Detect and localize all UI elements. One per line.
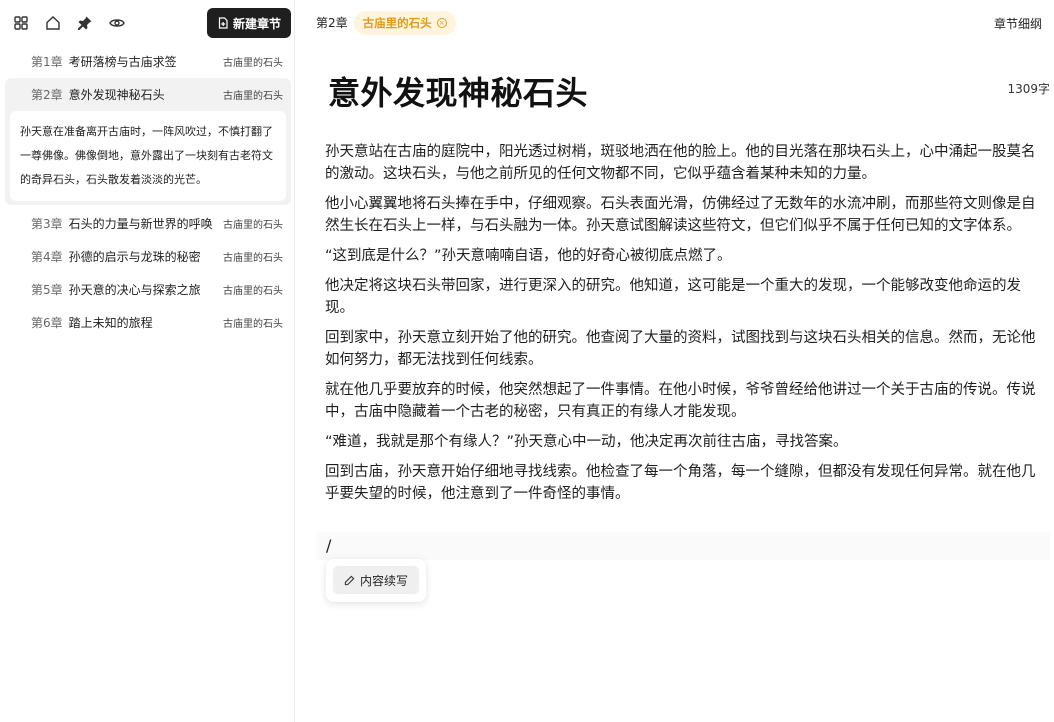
chapter-tag: 古庙里的石头 [223, 286, 283, 297]
chapter-tag: 古庙里的石头 [223, 319, 283, 330]
chapter-title: 石头的力量与新世界的呼唤 [68, 217, 213, 231]
chapter-title: 踏上未知的旅程 [68, 316, 153, 330]
paragraph[interactable]: 他小心翼翼地将石头捧在手中，仔细观察。石头表面光滑，仿佛经过了无数年的水流冲刷，… [325, 193, 1041, 237]
paragraph[interactable]: 他决定将这块石头带回家，进行更深入的研究。他知道，这可能是一个重大的发现，一个能… [325, 275, 1041, 319]
chapter-number: 第2章 [31, 88, 63, 102]
paragraph[interactable]: “难道，我就是那个有缘人？”孙天意心中一动，他决定再次前往古庙，寻找答案。 [325, 431, 1041, 453]
chapter-item-4[interactable]: 第4章 孙德的启示与龙珠的秘密 古庙里的石头 [5, 240, 291, 273]
chapter-tag: 古庙里的石头 [223, 91, 283, 102]
chapter-title: 孙天意的决心与探索之旅 [68, 283, 201, 297]
chapter-item-5[interactable]: 第5章 孙天意的决心与探索之旅 古庙里的石头 [5, 273, 291, 306]
chapter-item-2-active[interactable]: 第2章 意外发现神秘石头 古庙里的石头 孙天意在准备离开古庙时，一阵风吹过，不慎… [5, 78, 291, 205]
chapter-number: 第1章 [31, 55, 63, 69]
paragraph[interactable]: 回到家中，孙天意立刻开始了他的研究。他查阅了大量的资料，试图找到与这块石头相关的… [325, 327, 1041, 371]
new-chapter-label: 新建章节 [232, 16, 281, 31]
chapter-item-3[interactable]: 第3章 石头的力量与新世界的呼唤 古庙里的石头 [5, 207, 291, 240]
continue-writing-button[interactable]: 内容续写 [333, 566, 419, 594]
chapter-list: 第1章 考研落榜与古庙求签 古庙里的石头 第2章 意外发现神秘石头 古庙里的石头… [5, 45, 291, 339]
paragraph[interactable]: 回到古庙，孙天意开始仔细地寻找线索。他检查了每一个角落，每一个缝隙，但都没有发现… [325, 461, 1041, 505]
chapter-number: 第3章 [31, 217, 63, 231]
chapter-number: 第4章 [31, 250, 63, 264]
chapter-number: 第6章 [31, 316, 63, 330]
grid-icon[interactable] [12, 14, 30, 32]
chapter-title: 孙德的启示与龙珠的秘密 [68, 250, 201, 264]
sidebar: 新建章节 第1章 考研落榜与古庙求签 古庙里的石头 第2章 意外发现神秘石头 古… [0, 0, 295, 722]
pencil-icon [344, 575, 355, 585]
pin-icon[interactable] [76, 14, 94, 32]
slash-command-menu: 内容续写 [326, 559, 426, 602]
chapter-tag: 古庙里的石头 [223, 253, 283, 264]
word-count: 1309字 [1007, 82, 1050, 96]
slash-command-line[interactable]: / [316, 532, 1050, 560]
chapter-summary: 孙天意在准备离开古庙时，一阵风吹过，不慎打翻了一尊佛像。佛像倒地，意外露出了一块… [10, 111, 286, 201]
breadcrumb: 第2章 古庙里的石头 × [296, 0, 1054, 45]
editor-main: 第2章 古庙里的石头 × 章节细纲 意外发现神秘石头 1309字 孙天意站在古庙… [296, 0, 1054, 722]
chapter-outline-link[interactable]: 章节细纲 [994, 15, 1042, 32]
chapter-item-2[interactable]: 第2章 意外发现神秘石头 古庙里的石头 [5, 78, 291, 111]
continue-writing-label: 内容续写 [359, 573, 408, 588]
close-icon[interactable]: × [436, 17, 447, 28]
new-file-icon [218, 17, 228, 29]
chapter-title: 意外发现神秘石头 [68, 88, 165, 102]
paragraph[interactable]: 孙天意站在古庙的庭院中，阳光透过树梢，斑驳地洒在他的脸上。他的目光落在那块石头上… [325, 141, 1041, 185]
chapter-tag: 古庙里的石头 [223, 58, 283, 69]
new-chapter-button[interactable]: 新建章节 [207, 8, 291, 38]
chapter-title: 考研落榜与古庙求签 [68, 55, 177, 69]
volume-tag-label: 古庙里的石头 [362, 15, 432, 30]
editor-content[interactable]: 孙天意站在古庙的庭院中，阳光透过树梢，斑驳地洒在他的脸上。他的目光落在那块石头上… [325, 141, 1041, 513]
chapter-tag: 古庙里的石头 [223, 220, 283, 231]
volume-tag[interactable]: 古庙里的石头 × [353, 10, 456, 35]
chapter-number: 第5章 [31, 283, 63, 297]
chapter-item-6[interactable]: 第6章 踏上未知的旅程 古庙里的石头 [5, 306, 291, 339]
eye-icon[interactable] [108, 14, 126, 32]
home-icon[interactable] [44, 14, 62, 32]
breadcrumb-chapter: 第2章 [316, 16, 348, 30]
paragraph[interactable]: 就在他几乎要放弃的时候，他突然想起了一件事情。在他小时候，爷爷曾经给他讲过一个关… [325, 379, 1041, 423]
paragraph[interactable]: “这到底是什么？”孙天意喃喃自语，他的好奇心被彻底点燃了。 [325, 245, 1041, 267]
chapter-item-1[interactable]: 第1章 考研落榜与古庙求签 古庙里的石头 [5, 45, 291, 78]
chapter-heading[interactable]: 意外发现神秘石头 [328, 68, 588, 114]
